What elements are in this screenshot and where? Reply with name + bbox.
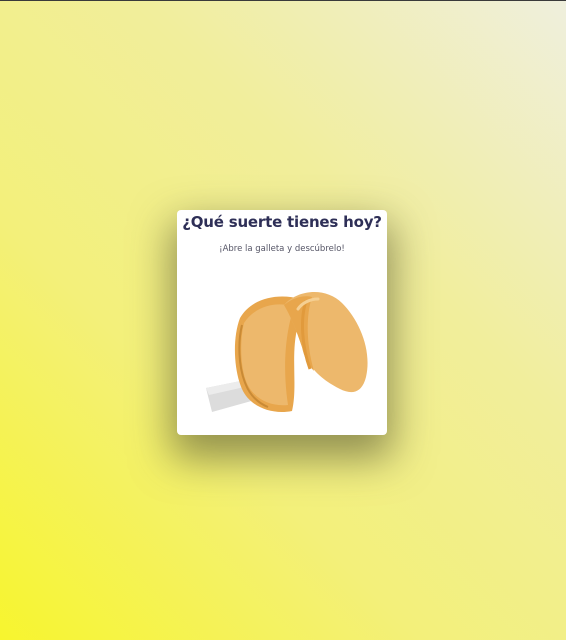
top-border: [0, 0, 566, 1]
fortune-card: ¿Qué suerte tienes hoy? ¡Abre la galleta…: [177, 210, 387, 435]
fortune-cookie-icon: [206, 291, 368, 413]
card-title: ¿Qué suerte tienes hoy?: [182, 213, 382, 231]
card-subtitle: ¡Abre la galleta y descúbrelo!: [219, 244, 345, 254]
fortune-cookie-button[interactable]: [202, 285, 372, 420]
